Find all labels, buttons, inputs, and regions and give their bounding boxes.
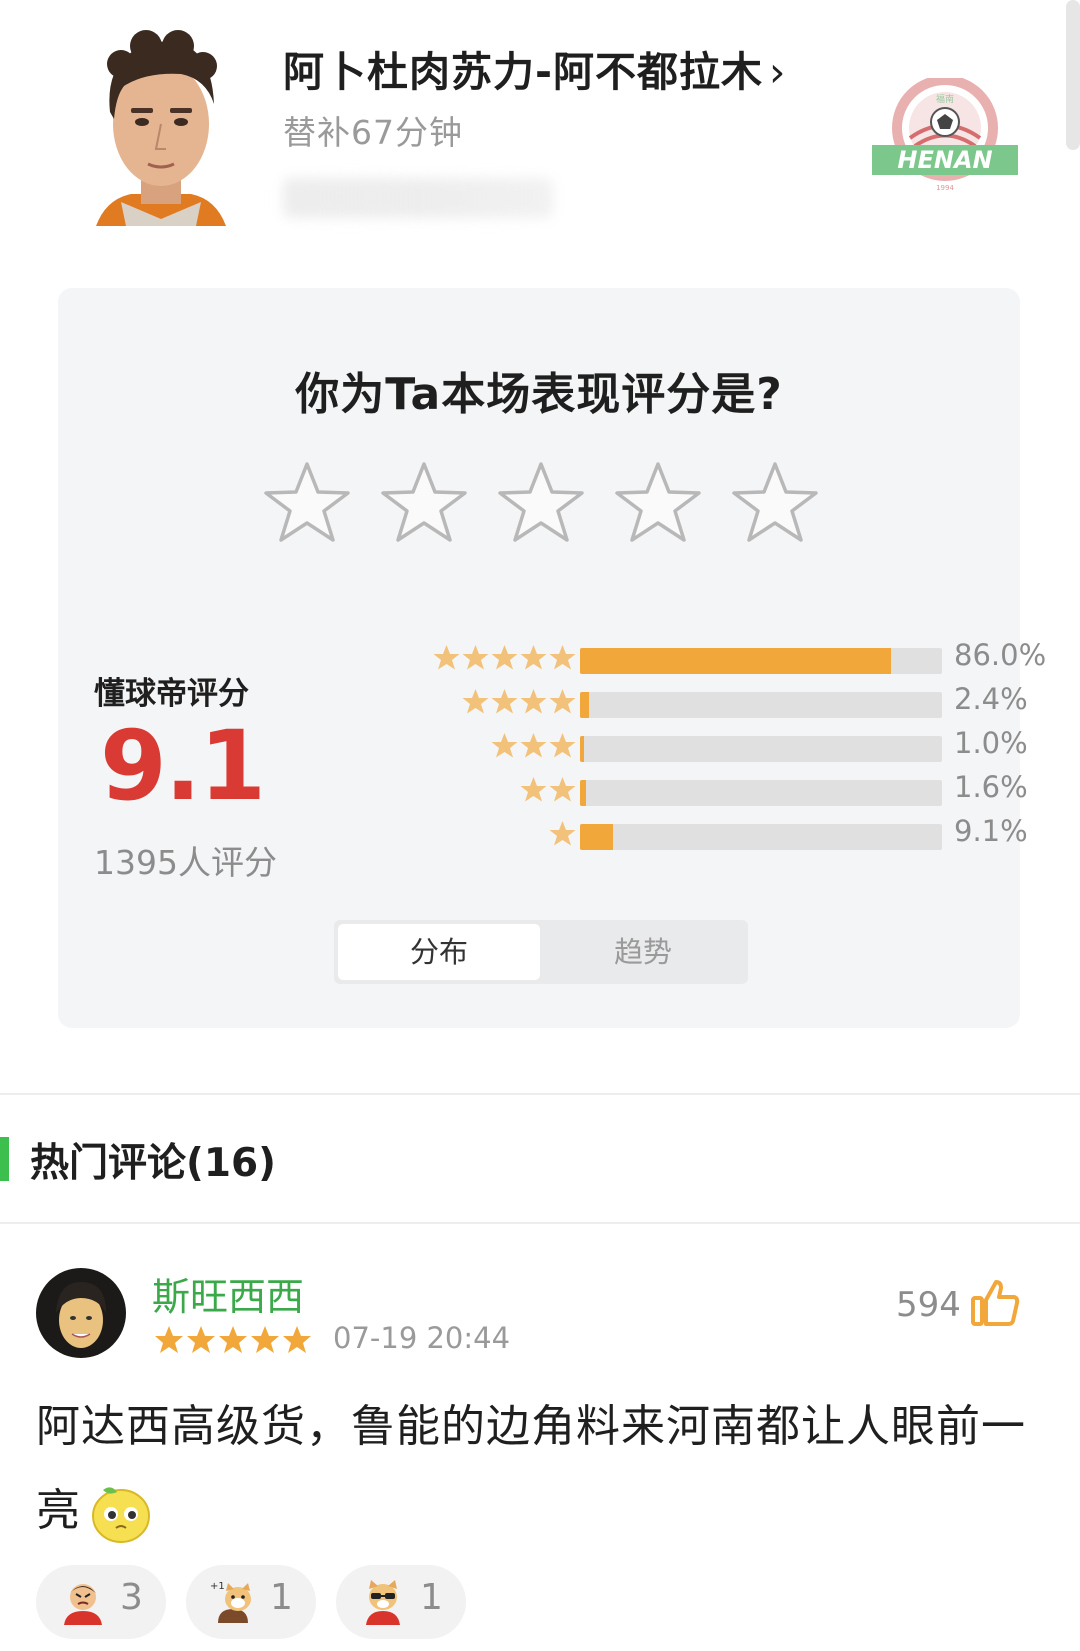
- distribution-row-3-star: 1.0%: [348, 726, 1028, 762]
- row-stars: [520, 776, 576, 806]
- comment-rating-stars: [154, 1325, 312, 1355]
- distribution-row-4-star: 2.4%: [348, 682, 1028, 718]
- rate-star-3[interactable]: [496, 458, 586, 548]
- star-icon: [462, 645, 489, 670]
- reaction-chip[interactable]: +1 1: [186, 1565, 316, 1639]
- row-stars: [433, 644, 576, 674]
- reaction-chip[interactable]: 1: [336, 1565, 466, 1639]
- star-icon: [549, 689, 576, 714]
- star-icon: [283, 1326, 311, 1353]
- scrollbar[interactable]: [1066, 0, 1080, 150]
- distribution-row-2-star: 1.6%: [348, 770, 1028, 806]
- distribution-bar: [580, 692, 942, 718]
- rate-star-4[interactable]: [613, 458, 703, 548]
- blurred-text: [283, 178, 553, 218]
- section-divider: [0, 1222, 1080, 1224]
- player-header: 阿卜杜肉苏力-阿不都拉木 › 替补67分钟 福南 HENAN 1994: [0, 0, 1080, 260]
- row-stars: [549, 820, 576, 850]
- star-icon: [520, 733, 547, 758]
- section-divider: [0, 1093, 1080, 1095]
- star-icon: [462, 689, 489, 714]
- rate-stars: [262, 458, 862, 548]
- player-avatar: [86, 24, 236, 226]
- section-accent-bar: [0, 1137, 9, 1181]
- distribution-percent: 2.4%: [954, 682, 1028, 716]
- rating-count: 1395人评分: [94, 843, 277, 882]
- distribution-bar: [580, 736, 942, 762]
- reaction-count: 1: [420, 1577, 443, 1618]
- row-stars: [491, 732, 576, 762]
- hot-comments-title: 热门评论(16): [30, 1141, 276, 1186]
- star-icon: [219, 1326, 247, 1353]
- star-icon: [491, 733, 518, 758]
- row-stars: [462, 688, 576, 718]
- star-icon: [491, 689, 518, 714]
- star-icon: [433, 645, 460, 670]
- star-icon: [491, 645, 518, 670]
- star-icon: [520, 689, 547, 714]
- player-substitute-info: 替补67分钟: [283, 113, 463, 152]
- team-logo-cn: 福南: [936, 93, 954, 105]
- star-icon: [520, 645, 547, 670]
- reaction-count: 1: [270, 1577, 293, 1618]
- rating-question: 你为Ta本场表现评分是?: [295, 369, 783, 420]
- rate-star-5[interactable]: [730, 458, 820, 548]
- reaction-count: 3: [120, 1577, 143, 1618]
- distribution-bar: [580, 824, 942, 850]
- distribution-row-5-star: 86.0%: [348, 638, 1046, 674]
- tab-distribution[interactable]: 分布: [338, 924, 540, 980]
- like-count: 594: [896, 1285, 961, 1325]
- star-icon: [520, 777, 547, 802]
- star-icon: [155, 1326, 183, 1353]
- score-label: 懂球帝评分: [94, 676, 249, 712]
- distribution-percent: 9.1%: [954, 814, 1028, 848]
- view-toggle: 分布 趋势: [334, 920, 748, 984]
- svg-text:+1: +1: [210, 1581, 225, 1592]
- star-icon: [549, 777, 576, 802]
- star-icon: [549, 733, 576, 758]
- star-icon: [187, 1326, 215, 1353]
- commenter-avatar[interactable]: [36, 1268, 126, 1358]
- distribution-bar-fill: [580, 648, 892, 674]
- lemon-emoji-icon: [92, 1487, 150, 1543]
- star-icon: [549, 821, 576, 846]
- distribution-percent: 1.0%: [954, 726, 1028, 760]
- team-logo[interactable]: 福南 HENAN 1994: [870, 75, 1020, 198]
- player-name[interactable]: 阿卜杜肉苏力-阿不都拉木 ›: [283, 38, 786, 98]
- reaction-chip[interactable]: 3: [36, 1565, 166, 1639]
- distribution-row-1-star: 9.1%: [348, 814, 1028, 850]
- distribution-bar-fill: [580, 692, 589, 718]
- commenter-username[interactable]: 斯旺西西: [152, 1266, 304, 1321]
- dog-sunglasses-icon: [366, 1580, 400, 1625]
- comment-timestamp: 07-19 20:44: [333, 1321, 511, 1355]
- distribution-percent: 1.6%: [954, 770, 1028, 804]
- rate-star-2[interactable]: [379, 458, 469, 548]
- angry-face-icon: [64, 1584, 102, 1625]
- dog-plus-one-icon: +1: [210, 1581, 251, 1623]
- distribution-bar: [580, 648, 942, 674]
- star-icon: [549, 645, 576, 670]
- player-name-text: 阿卜杜肉苏力-阿不都拉木: [283, 48, 764, 96]
- distribution-bar-fill: [580, 780, 586, 806]
- rate-star-1[interactable]: [262, 458, 352, 548]
- comment-text: 阿达西高级货，鲁能的边角料来河南都让人眼前一亮: [36, 1385, 1046, 1553]
- tab-trend[interactable]: 趋势: [542, 924, 744, 980]
- score-value: 9.1: [99, 710, 266, 822]
- team-logo-year: 1994: [936, 184, 954, 192]
- thumbs-up-icon[interactable]: [970, 1278, 1020, 1328]
- distribution-bar-fill: [580, 736, 585, 762]
- distribution-percent: 86.0%: [954, 638, 1047, 672]
- comment-body: 阿达西高级货，鲁能的边角料来河南都让人眼前一亮: [36, 1401, 1026, 1536]
- rating-card: 你为Ta本场表现评分是? 懂球帝评分 9.1 1395人评分 86.0% 2.4%…: [58, 288, 1046, 1028]
- distribution-bar: [580, 780, 942, 806]
- distribution-bar-fill: [580, 824, 613, 850]
- team-logo-text: HENAN: [897, 146, 992, 174]
- star-icon: [251, 1326, 279, 1353]
- chevron-right-icon: ›: [769, 48, 787, 96]
